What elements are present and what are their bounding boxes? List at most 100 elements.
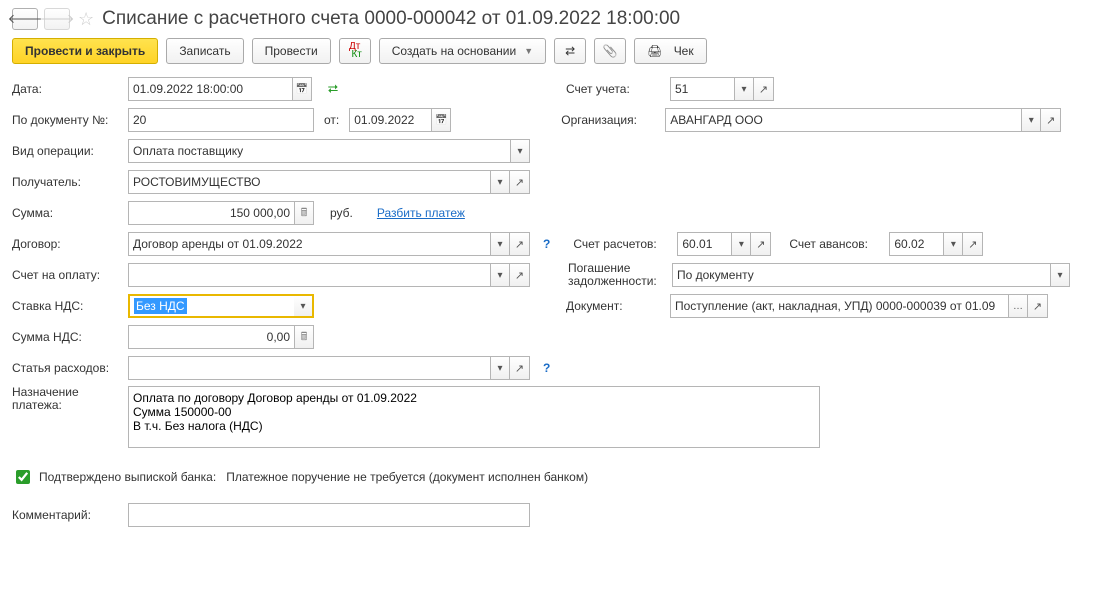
- bank-confirmed-checkbox[interactable]: [16, 470, 30, 484]
- org-label: Организация:: [561, 113, 655, 127]
- swap-icon: [565, 44, 575, 58]
- org-input[interactable]: АВАНГАРД ООО: [665, 108, 1021, 132]
- org-dropdown-button[interactable]: ▾: [1021, 108, 1041, 132]
- vat-rate-input[interactable]: Без НДС: [128, 294, 294, 318]
- purpose-textarea[interactable]: [128, 386, 820, 448]
- calculator-icon: [301, 204, 308, 223]
- post-label: Провести: [265, 44, 318, 58]
- advance-acc-label: Счет авансов:: [789, 237, 879, 251]
- settle-acc-input[interactable]: 60.01: [677, 232, 731, 256]
- document-label: Документ:: [566, 299, 660, 313]
- optype-label: Вид операции:: [12, 144, 118, 158]
- bank-confirmed-label: Подтверждено выпиской банка:: [39, 470, 216, 484]
- docno-input[interactable]: 20: [128, 108, 314, 132]
- contract-open-button[interactable]: [510, 232, 530, 256]
- optype-dropdown-button[interactable]: ▾: [510, 139, 530, 163]
- expense-item-input[interactable]: [128, 356, 490, 380]
- advance-acc-open-button[interactable]: [963, 232, 983, 256]
- from-label: от:: [324, 113, 339, 127]
- split-payment-link[interactable]: Разбить платеж: [377, 206, 465, 220]
- external-icon-4: [515, 238, 524, 251]
- recipient-open-button[interactable]: [510, 170, 530, 194]
- page-title: Списание с расчетного счета 0000-000042 …: [102, 8, 680, 30]
- settle-acc-dropdown-button[interactable]: ▾: [731, 232, 751, 256]
- advance-acc-input[interactable]: 60.02: [889, 232, 943, 256]
- calendar-icon-2: [435, 115, 447, 126]
- contract-dropdown-button[interactable]: ▾: [490, 232, 510, 256]
- post-button[interactable]: Провести: [252, 38, 331, 64]
- vat-sum-calc-button[interactable]: [294, 325, 314, 349]
- vat-rate-label: Ставка НДС:: [12, 299, 118, 313]
- document-ref-select-button[interactable]: …: [1008, 294, 1028, 318]
- clip-icon: [603, 44, 618, 58]
- optype-input[interactable]: Оплата поставщику: [128, 139, 510, 163]
- invoice-open-button[interactable]: [510, 263, 530, 287]
- invoice-dropdown-button[interactable]: ▾: [490, 263, 510, 287]
- invoice-input[interactable]: [128, 263, 490, 287]
- settle-acc-label: Счет расчетов:: [573, 237, 667, 251]
- docno-label: По документу №:: [12, 113, 118, 127]
- dtkt-icon: ДтКт: [347, 43, 361, 59]
- expense-item-open-button[interactable]: [510, 356, 530, 380]
- calculator-icon-2: [301, 328, 308, 347]
- debt-repay-dropdown-button[interactable]: ▾: [1050, 263, 1070, 287]
- amount-calc-button[interactable]: [294, 201, 314, 225]
- recipient-dropdown-button[interactable]: ▾: [490, 170, 510, 194]
- external-icon-8: [1033, 300, 1042, 313]
- external-icon: [759, 83, 768, 96]
- forward-button[interactable]: 🡒: [44, 8, 70, 30]
- vat-sum-label: Сумма НДС:: [12, 330, 118, 344]
- amount-label: Сумма:: [12, 206, 118, 220]
- bank-confirmed-text: Платежное поручение не требуется (докуме…: [226, 470, 588, 484]
- date-calendar-button[interactable]: [292, 77, 312, 101]
- contract-input[interactable]: Договор аренды от 01.09.2022: [128, 232, 490, 256]
- document-ref-open-button[interactable]: [1028, 294, 1048, 318]
- advance-acc-dropdown-button[interactable]: ▾: [943, 232, 963, 256]
- sync-icon[interactable]: ⮂: [322, 81, 344, 97]
- save-label: Записать: [179, 44, 230, 58]
- create-based-on-button[interactable]: Создать на основании▼: [379, 38, 546, 64]
- expense-item-dropdown-button[interactable]: ▾: [490, 356, 510, 380]
- doc-date-calendar-button[interactable]: [431, 108, 451, 132]
- account-label: Счет учета:: [566, 82, 660, 96]
- contract-help-icon[interactable]: ?: [540, 237, 553, 251]
- dtkt-button[interactable]: ДтКт: [339, 38, 371, 64]
- cheque-button[interactable]: Чек: [634, 38, 707, 64]
- back-button[interactable]: 🡐: [12, 8, 38, 30]
- post-close-label: Провести и закрыть: [25, 44, 145, 58]
- printer-icon: [647, 44, 662, 58]
- expense-item-help-icon[interactable]: ?: [540, 361, 553, 375]
- purpose-label: Назначение платежа:: [12, 386, 118, 412]
- swap-button[interactable]: [554, 38, 586, 64]
- account-dropdown-button[interactable]: ▾: [734, 77, 754, 101]
- document-ref-input[interactable]: Поступление (акт, накладная, УПД) 0000-0…: [670, 294, 1008, 318]
- account-open-button[interactable]: [754, 77, 774, 101]
- date-label: Дата:: [12, 82, 118, 96]
- comment-input[interactable]: [128, 503, 530, 527]
- currency-label: руб.: [330, 206, 353, 220]
- debt-repay-label: Погашение задолженности:: [568, 262, 662, 288]
- recipient-input[interactable]: РОСТОВИМУЩЕСТВО: [128, 170, 490, 194]
- vat-sum-input[interactable]: 0,00: [128, 325, 294, 349]
- post-close-button[interactable]: Провести и закрыть: [12, 38, 158, 64]
- contract-label: Договор:: [12, 237, 118, 251]
- invoice-label: Счет на оплату:: [12, 268, 118, 282]
- expense-item-label: Статья расходов:: [12, 361, 118, 375]
- org-open-button[interactable]: [1041, 108, 1061, 132]
- date-input[interactable]: 01.09.2022 18:00:00: [128, 77, 292, 101]
- attachment-button[interactable]: [594, 38, 626, 64]
- cheque-label: Чек: [674, 44, 694, 58]
- debt-repay-input[interactable]: По документу: [672, 263, 1050, 287]
- doc-date-input[interactable]: 01.09.2022: [349, 108, 431, 132]
- vat-rate-dropdown-button[interactable]: ▾: [294, 294, 314, 318]
- chevron-down-icon: ▼: [524, 46, 533, 56]
- account-input[interactable]: 51: [670, 77, 734, 101]
- comment-label: Комментарий:: [12, 508, 118, 522]
- save-button[interactable]: Записать: [166, 38, 243, 64]
- settle-acc-open-button[interactable]: [751, 232, 771, 256]
- external-icon-7: [515, 269, 524, 282]
- external-icon-6: [968, 238, 977, 251]
- favorite-star-icon[interactable]: ☆: [78, 9, 94, 30]
- amount-input[interactable]: 150 000,00: [128, 201, 294, 225]
- external-icon-2: [1046, 114, 1055, 127]
